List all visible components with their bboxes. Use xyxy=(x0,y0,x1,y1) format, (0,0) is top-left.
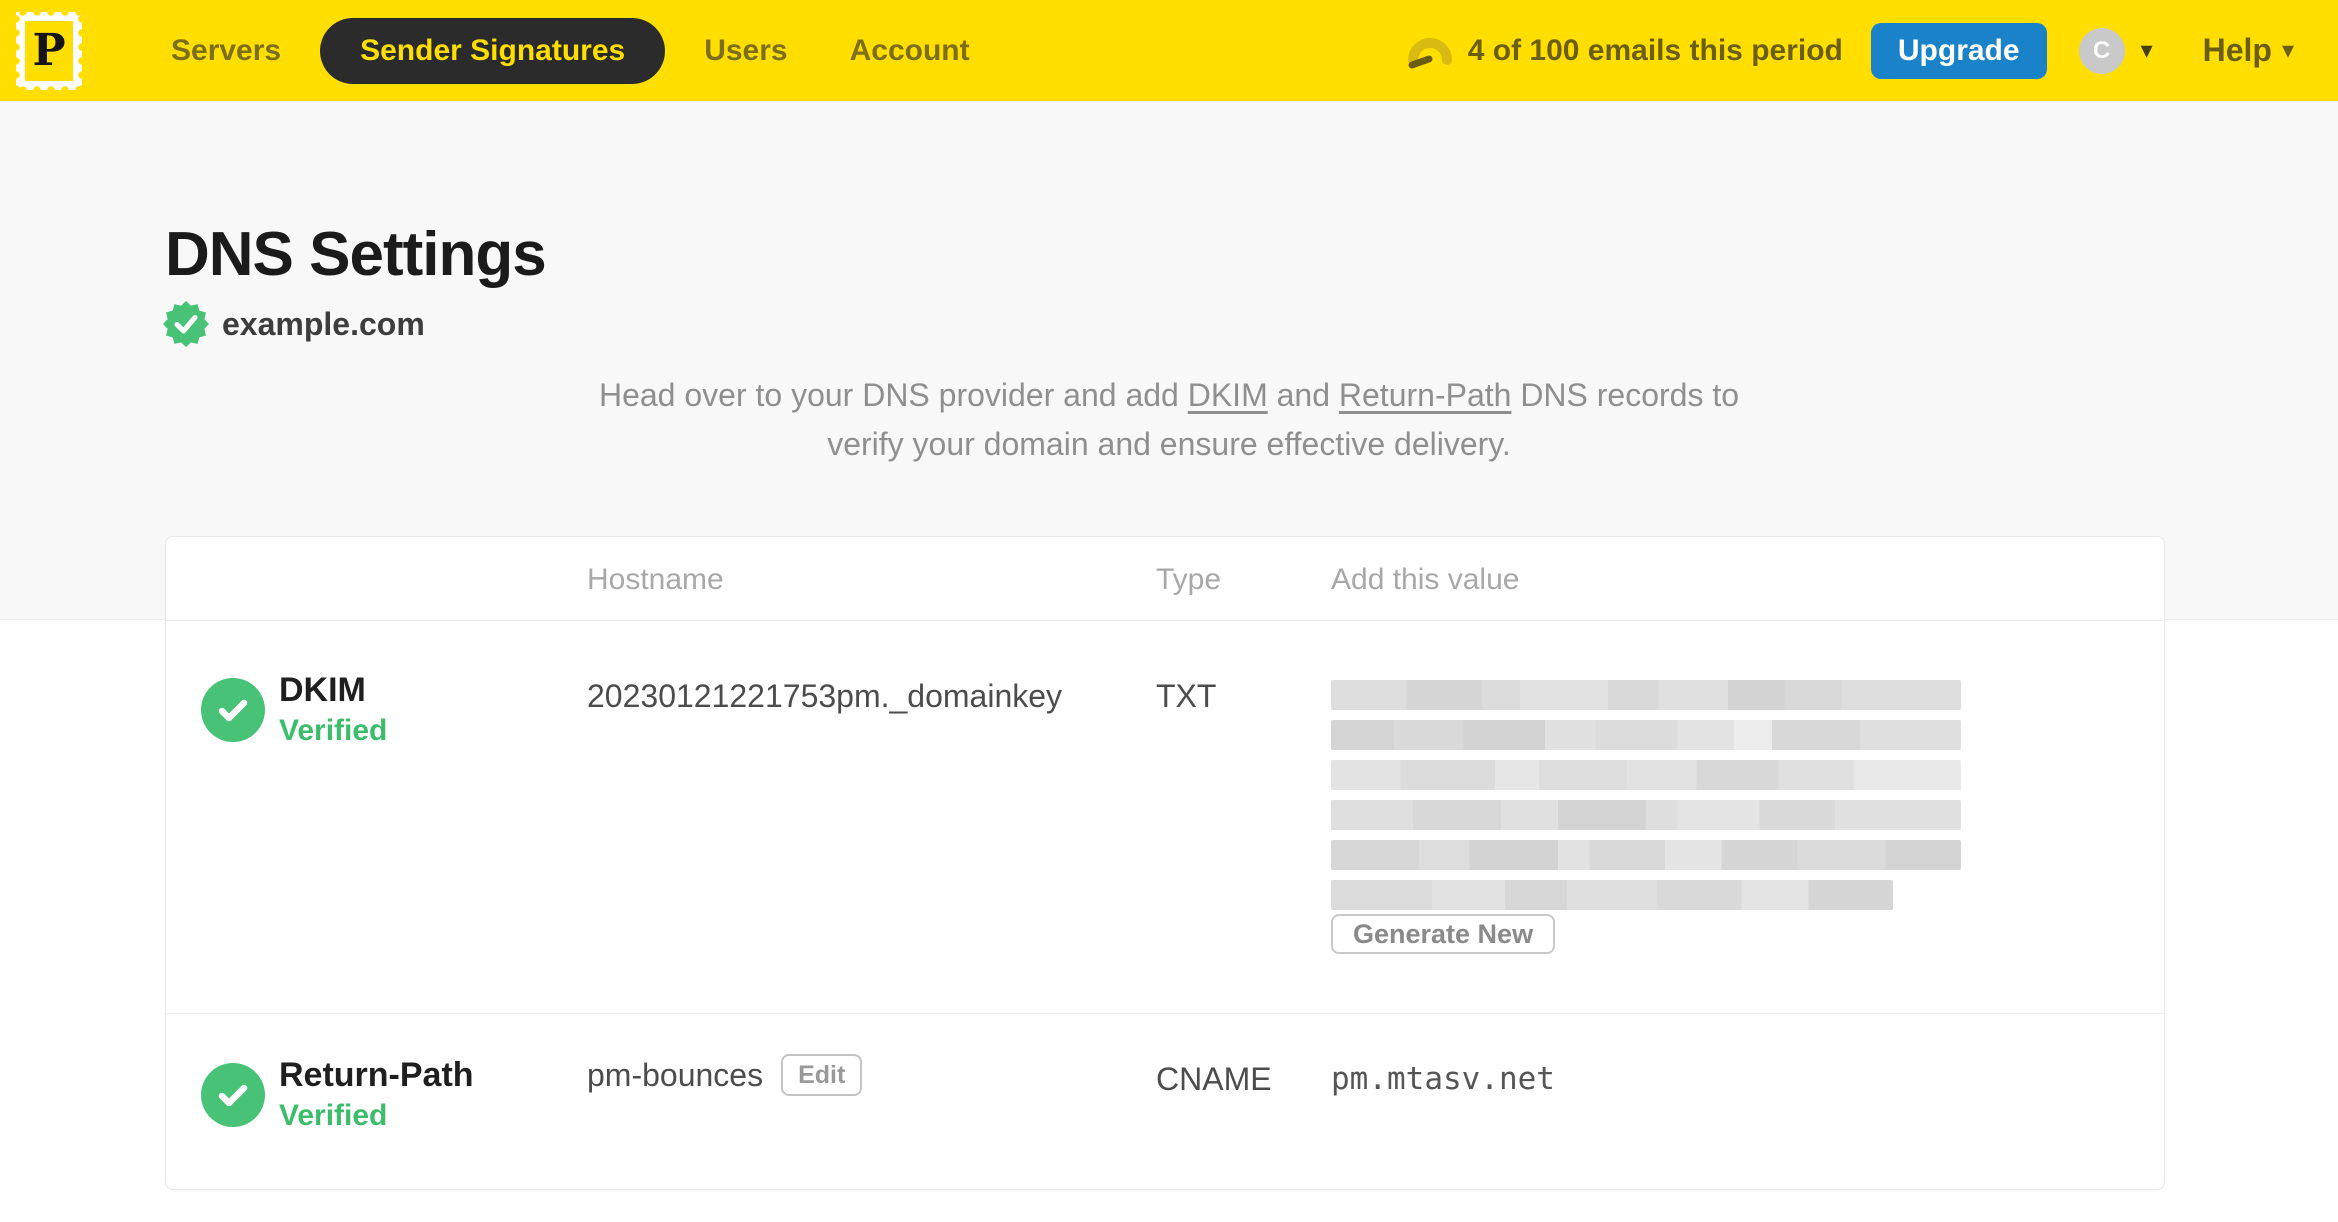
dkim-type: TXT xyxy=(1156,678,1217,714)
dkim-redacted-value xyxy=(1331,680,1961,920)
redacted-value-line xyxy=(1331,800,1961,830)
page: P Servers Sender Signatures Users Accoun… xyxy=(0,0,2338,1222)
nav-item-sender-signatures[interactable]: Sender Signatures xyxy=(320,17,666,84)
nav-item-account[interactable]: Account xyxy=(819,0,1001,101)
return-path-type: CNAME xyxy=(1156,1061,1272,1097)
chevron-down-icon: ▾ xyxy=(2281,36,2294,64)
dns-instructions: Head over to your DNS provider and add D… xyxy=(0,371,2338,469)
nav-item-servers[interactable]: Servers xyxy=(140,0,312,101)
column-header-value: Add this value xyxy=(1331,563,1520,596)
table-header: Hostname Type Add this value xyxy=(166,537,2164,621)
record-name: Return-Path xyxy=(279,1056,474,1094)
redacted-value-line xyxy=(1331,840,1961,870)
instruction-text: Head over to your DNS provider and add xyxy=(598,377,1188,413)
dns-records-table: Hostname Type Add this value DKIM Verifi… xyxy=(165,536,2165,1190)
gauge-icon xyxy=(1407,37,1452,68)
record-name: DKIM xyxy=(279,671,366,709)
dkim-hostname: 20230121221753pm._domainkey xyxy=(587,678,1063,714)
instruction-text: DNS records to xyxy=(1511,377,1740,413)
return-path-status-text: Return-Path Verified xyxy=(279,1056,474,1133)
verified-check-icon xyxy=(201,1062,265,1127)
nav-items: Servers Sender Signatures Users Account xyxy=(140,0,1001,101)
verified-badge: Verified xyxy=(279,1099,388,1133)
instruction-text: and xyxy=(1267,377,1339,413)
logo-letter: P xyxy=(32,24,66,76)
nav-item-users[interactable]: Users xyxy=(673,0,818,101)
redacted-value-line xyxy=(1331,880,1893,910)
nav-right: 4 of 100 emails this period Upgrade C ▾ … xyxy=(1407,22,2294,79)
domain-row: example.com xyxy=(163,301,425,347)
page-title: DNS Settings xyxy=(165,220,547,289)
postmark-stamp-icon: P xyxy=(25,20,73,81)
main-content: DNS Settings example.com Head over to yo… xyxy=(0,101,2338,1222)
usage-indicator[interactable]: 4 of 100 emails this period xyxy=(1407,32,1843,70)
help-label: Help xyxy=(2202,32,2272,68)
verified-check-icon xyxy=(201,677,265,742)
redacted-value-line xyxy=(1331,680,1961,710)
return-path-value: pm.mtasv.net xyxy=(1331,1061,1555,1097)
upgrade-button[interactable]: Upgrade xyxy=(1870,22,2047,79)
verified-badge: Verified xyxy=(279,714,388,748)
dkim-link[interactable]: DKIM xyxy=(1188,377,1268,413)
return-path-hostname-cell: pm-bounces Edit xyxy=(587,1054,863,1096)
edit-button[interactable]: Edit xyxy=(781,1054,863,1096)
chevron-down-icon: ▾ xyxy=(2140,36,2153,64)
return-path-link[interactable]: Return-Path xyxy=(1339,377,1512,413)
return-path-hostname: pm-bounces xyxy=(587,1056,764,1093)
return-path-status: Return-Path Verified xyxy=(201,1056,474,1133)
avatar: C xyxy=(2078,27,2125,74)
redacted-value-line xyxy=(1331,760,1961,790)
instruction-text-line2: verify your domain and ensure effective … xyxy=(827,426,1511,462)
table-row-return-path: Return-Path Verified pm-bounces Edit CNA… xyxy=(166,1014,2164,1190)
verified-seal-icon xyxy=(163,301,209,347)
help-menu[interactable]: Help ▾ xyxy=(2203,32,2294,69)
dkim-status-text: DKIM Verified xyxy=(279,671,387,748)
domain-name: example.com xyxy=(222,305,425,342)
dkim-status: DKIM Verified xyxy=(201,671,387,748)
generate-new-button[interactable]: Generate New xyxy=(1331,914,1556,954)
redacted-value-line xyxy=(1331,720,1961,750)
postmark-logo[interactable]: P xyxy=(16,11,82,90)
column-header-type: Type xyxy=(1156,563,1222,596)
table-row-dkim: DKIM Verified 20230121221753pm._domainke… xyxy=(166,621,2164,1014)
usage-text: 4 of 100 emails this period xyxy=(1467,33,1843,67)
account-menu[interactable]: C ▾ xyxy=(2078,27,2153,74)
column-header-hostname: Hostname xyxy=(587,563,724,596)
top-navbar: P Servers Sender Signatures Users Accoun… xyxy=(0,0,2338,101)
